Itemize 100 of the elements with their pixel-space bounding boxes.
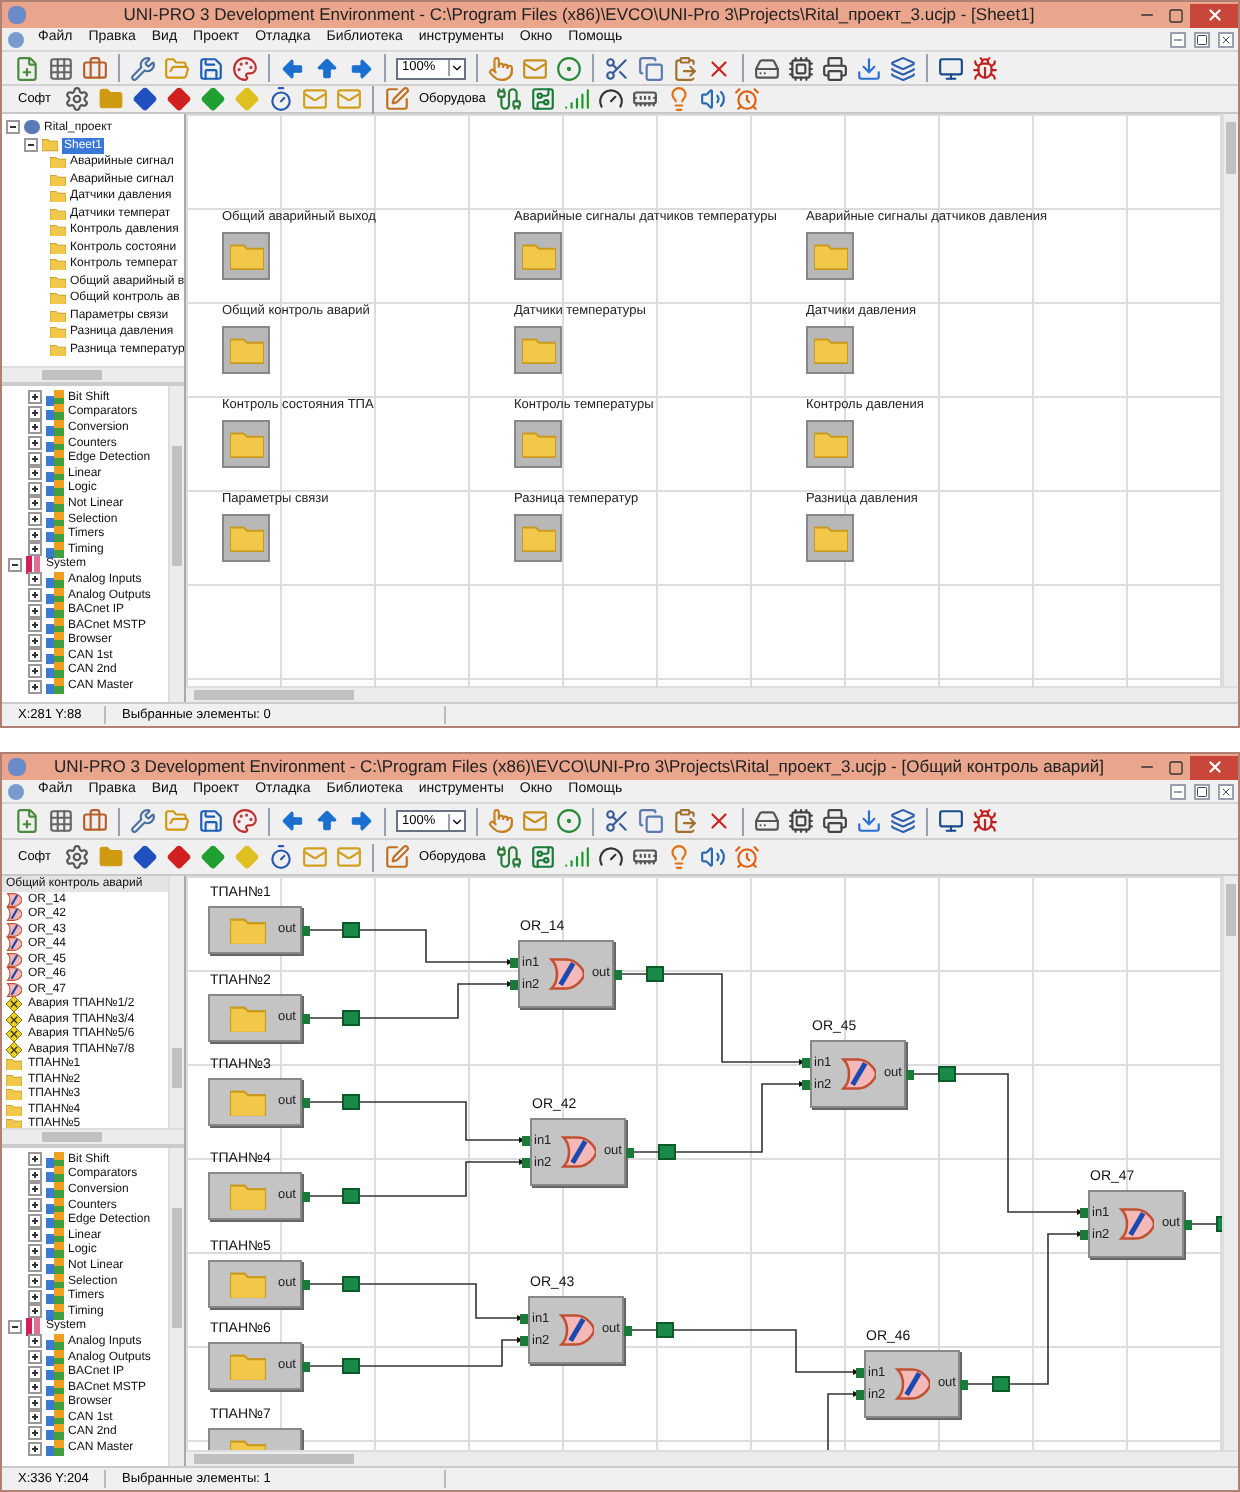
hand-pointer-icon[interactable] [487, 55, 514, 81]
plus-box-icon[interactable] [28, 512, 42, 527]
plus-box-icon[interactable] [28, 1228, 42, 1243]
port-marker[interactable] [510, 979, 518, 989]
hand-pointer-icon[interactable] [487, 808, 514, 834]
plus-box-icon[interactable] [28, 481, 42, 496]
plus-box-icon[interactable] [28, 451, 42, 466]
close-icon[interactable] [1218, 783, 1234, 799]
close-button[interactable] [1190, 755, 1238, 779]
plus-box-icon[interactable] [28, 618, 42, 633]
scrollbar[interactable] [2, 1128, 184, 1144]
gauge-icon[interactable] [597, 86, 624, 112]
plus-box-icon[interactable] [28, 633, 42, 648]
grid-icon[interactable] [48, 55, 74, 81]
arrow-left-icon[interactable] [280, 808, 306, 834]
paste-icon[interactable] [671, 808, 698, 834]
chip-icon[interactable] [631, 844, 658, 870]
stopwatch-icon[interactable] [267, 86, 293, 112]
junction-marker[interactable] [342, 922, 360, 938]
plus-box-icon[interactable] [28, 390, 42, 405]
monitor-icon[interactable] [937, 55, 964, 81]
chip-icon[interactable] [787, 808, 814, 834]
arrow-up-icon[interactable] [314, 55, 340, 81]
junction-marker[interactable] [656, 1322, 674, 1338]
scrollbar[interactable] [168, 386, 184, 702]
led-icon[interactable] [665, 86, 692, 112]
briefcase-icon[interactable] [82, 808, 108, 834]
chip-icon[interactable] [631, 86, 658, 112]
gear-icon[interactable] [63, 844, 89, 870]
junction-marker[interactable] [342, 1188, 360, 1204]
monitor-icon[interactable] [937, 808, 964, 834]
plus-box-icon[interactable] [28, 1152, 42, 1167]
paste-icon[interactable] [671, 55, 698, 81]
copy-icon[interactable] [637, 808, 664, 834]
plus-box-icon[interactable] [28, 1334, 42, 1349]
scrollbar[interactable] [186, 1450, 1238, 1466]
board-icon[interactable] [529, 844, 556, 870]
delete-icon[interactable] [705, 808, 732, 834]
plus-box-icon[interactable] [28, 1365, 42, 1380]
plus-box-icon[interactable] [28, 1350, 42, 1365]
printer-icon[interactable] [821, 55, 848, 81]
speaker-icon[interactable] [699, 844, 726, 870]
plus-box-icon[interactable] [28, 1258, 42, 1273]
gauge-icon[interactable] [597, 844, 624, 870]
plus-box-icon[interactable] [28, 1410, 42, 1425]
folder-tile[interactable] [514, 232, 562, 280]
download-icon[interactable] [855, 55, 882, 81]
arrow-right-icon[interactable] [348, 808, 374, 834]
pin-icon[interactable] [555, 55, 582, 81]
chip-icon[interactable] [787, 55, 814, 81]
arrow-up-icon[interactable] [314, 808, 340, 834]
folder-tile[interactable] [514, 420, 562, 468]
port-marker[interactable] [1184, 1219, 1192, 1229]
plus-box-icon[interactable] [28, 679, 42, 694]
diamond-icon[interactable] [199, 844, 225, 870]
plus-box-icon[interactable] [28, 1198, 42, 1213]
port-marker[interactable] [302, 1013, 310, 1023]
plus-box-icon[interactable] [28, 496, 42, 511]
wrench-icon[interactable] [130, 808, 156, 834]
delete-icon[interactable] [705, 55, 732, 81]
folder-tile[interactable] [806, 514, 854, 562]
diamond-icon[interactable] [131, 844, 157, 870]
plus-box-icon[interactable] [28, 1182, 42, 1197]
junction-marker[interactable] [992, 1376, 1010, 1392]
plus-box-icon[interactable] [28, 648, 42, 663]
plus-box-icon[interactable] [28, 466, 42, 481]
port-marker[interactable] [520, 1335, 528, 1345]
diamond-icon[interactable] [199, 86, 225, 112]
folder-tile[interactable] [806, 232, 854, 280]
junction-marker[interactable] [658, 1144, 676, 1160]
folder-tile[interactable] [514, 514, 562, 562]
junction-marker[interactable] [646, 966, 664, 982]
new-file-icon[interactable] [14, 55, 40, 81]
port-marker[interactable] [522, 1135, 530, 1145]
folder-tile[interactable] [222, 514, 270, 562]
bug-icon[interactable] [971, 55, 998, 81]
folder-tile[interactable] [222, 326, 270, 374]
plus-box-icon[interactable] [28, 1289, 42, 1304]
port-marker[interactable] [624, 1325, 632, 1335]
plus-box-icon[interactable] [28, 527, 42, 542]
port-marker[interactable] [302, 925, 310, 935]
wrench-icon[interactable] [130, 55, 156, 81]
edit-icon[interactable] [383, 844, 409, 870]
minus-box-icon[interactable] [6, 120, 20, 134]
scissors-icon[interactable] [603, 55, 630, 81]
port-marker[interactable] [302, 1097, 310, 1107]
scrollbar[interactable] [168, 1148, 184, 1466]
port-marker[interactable] [614, 969, 622, 979]
scissors-icon[interactable] [603, 808, 630, 834]
plus-box-icon[interactable] [28, 1304, 42, 1319]
port-marker[interactable] [856, 1389, 864, 1399]
plus-box-icon[interactable] [28, 588, 42, 603]
edit-icon[interactable] [383, 86, 409, 112]
plus-box-icon[interactable] [28, 405, 42, 420]
minimize-icon[interactable] [1170, 783, 1186, 799]
plus-box-icon[interactable] [28, 1274, 42, 1289]
port-marker[interactable] [626, 1147, 634, 1157]
port-marker[interactable] [522, 1157, 530, 1167]
plus-box-icon[interactable] [28, 1213, 42, 1228]
plus-box-icon[interactable] [28, 572, 42, 587]
